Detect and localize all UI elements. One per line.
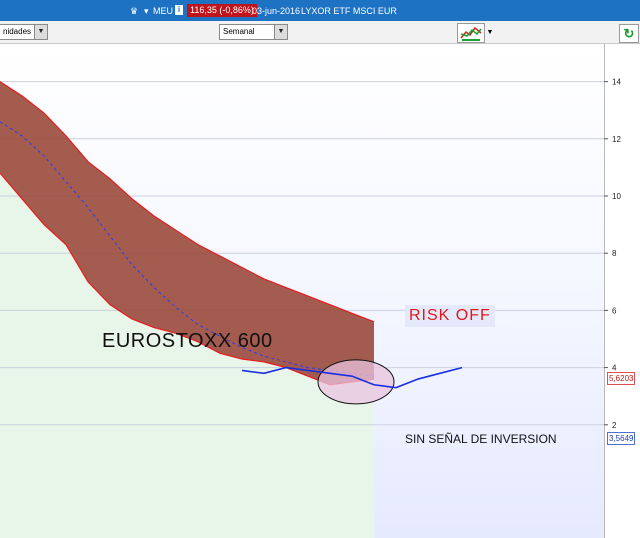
chevron-down-icon[interactable]: ▼ [34,25,47,39]
upper-band-value-label: 5,6203 [607,372,636,385]
y-tick-label-8: 8 [612,249,617,258]
price-chart[interactable]: 246810121416 [0,44,640,538]
date-label: 03-jun-2016 [252,6,301,16]
menu-label[interactable]: MEU [153,4,173,18]
toolbar: nidades ▼ Semanal ▼ [0,21,640,44]
indicators-icon [460,26,482,41]
refresh-icon[interactable]: ↻ [619,24,639,43]
annotation-eurostoxx: EUROSTOXX 600 [102,330,273,352]
period-select[interactable]: Semanal ▼ [219,24,288,40]
price-badge: 116,35 (-0,86%) [187,4,257,17]
indicators-button[interactable] [457,23,485,43]
hand-menu-icon[interactable]: ♛ [130,4,138,18]
menu-chevron-icon[interactable]: ▾ [144,4,149,18]
lower-band-value-label: 3,5649 [607,432,636,445]
units-select-value: nidades [3,27,32,36]
annotation-risk-off: RISK OFF [405,305,495,327]
chevron-down-icon[interactable]: ▼ [274,25,287,39]
y-tick-label-6: 6 [612,306,617,315]
y-tick-label-12: 12 [612,135,621,144]
indicators-chevron-icon[interactable]: ▼ [485,27,495,39]
instrument-name: LYXOR ETF MSCI EUR [301,6,397,16]
title-bar: ♛ ▾ MEU i 116,35 (-0,86%) 03-jun-2016 LY… [0,0,640,21]
y-tick-label-2: 2 [612,421,617,430]
highlight-ellipse [317,359,395,405]
annotation-no-signal: SIN SEÑAL DE INVERSION [405,432,557,446]
info-icon[interactable]: i [175,5,183,15]
units-select[interactable]: nidades ▼ [0,24,48,40]
period-select-value: Semanal [223,27,255,36]
y-tick-label-10: 10 [612,192,621,201]
y-tick-label-14: 14 [612,78,621,87]
